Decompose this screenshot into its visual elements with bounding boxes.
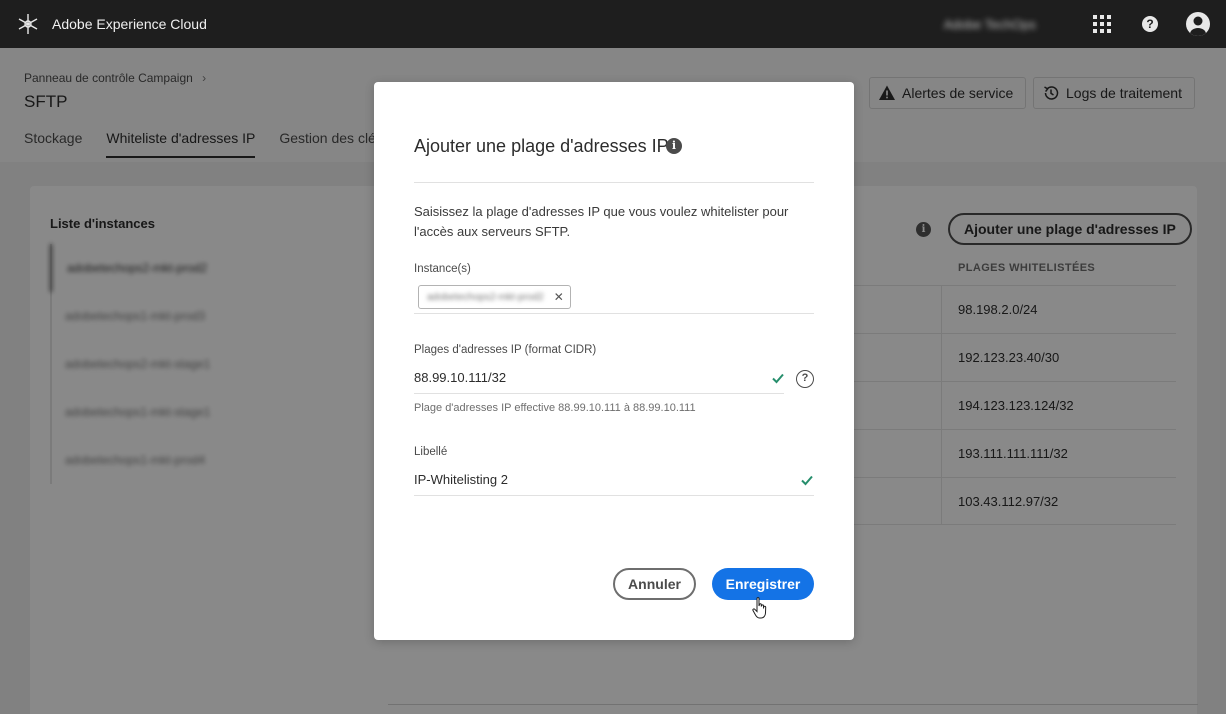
help-mark: ? <box>1142 16 1158 32</box>
apps-grid-icon[interactable] <box>1090 12 1114 36</box>
remove-tag-icon[interactable]: ✕ <box>554 290 564 304</box>
ip-ranges-label: Plages d'adresses IP (format CIDR) <box>414 344 597 356</box>
hand-cursor-icon <box>752 597 767 619</box>
label-input[interactable]: IP-Whitelisting 2 <box>414 472 508 487</box>
user-avatar-icon[interactable] <box>1186 12 1210 36</box>
cancel-button[interactable]: Annuler <box>613 568 696 600</box>
instance-tag-label: adobetechops2-mkt-prod2 <box>427 291 544 303</box>
valid-check-icon <box>801 475 813 486</box>
top-bar: Adobe Experience Cloud Adobe TechOps ? <box>0 0 1226 48</box>
instances-field[interactable] <box>414 313 814 314</box>
adobe-logo-icon <box>16 12 40 36</box>
app-name: Adobe Experience Cloud <box>52 16 207 32</box>
org-name[interactable]: Adobe TechOps <box>944 17 1036 32</box>
label-field-label: Libellé <box>414 446 448 458</box>
ip-range-input[interactable]: 88.99.10.111/32 <box>414 370 506 385</box>
label-underline <box>414 495 814 496</box>
add-ip-range-dialog: Ajouter une plage d'adresses IP i Saisis… <box>374 82 854 640</box>
instances-label: Instance(s) <box>414 263 471 275</box>
help-icon[interactable]: ? <box>1138 12 1162 36</box>
instance-tag: adobetechops2-mkt-prod2 ✕ <box>418 285 571 309</box>
dialog-title: Ajouter une plage d'adresses IP <box>414 136 669 156</box>
ip-range-help-text: Plage d'adresses IP effective 88.99.10.1… <box>414 402 696 414</box>
ip-range-underline <box>414 393 784 394</box>
dialog-description: Saisissez la plage d'adresses IP que vou… <box>414 204 789 239</box>
help-icon[interactable]: ? <box>796 370 814 388</box>
divider <box>414 182 814 183</box>
brand[interactable]: Adobe Experience Cloud <box>16 12 207 36</box>
info-icon[interactable]: i <box>666 138 682 154</box>
valid-check-icon <box>772 373 784 384</box>
